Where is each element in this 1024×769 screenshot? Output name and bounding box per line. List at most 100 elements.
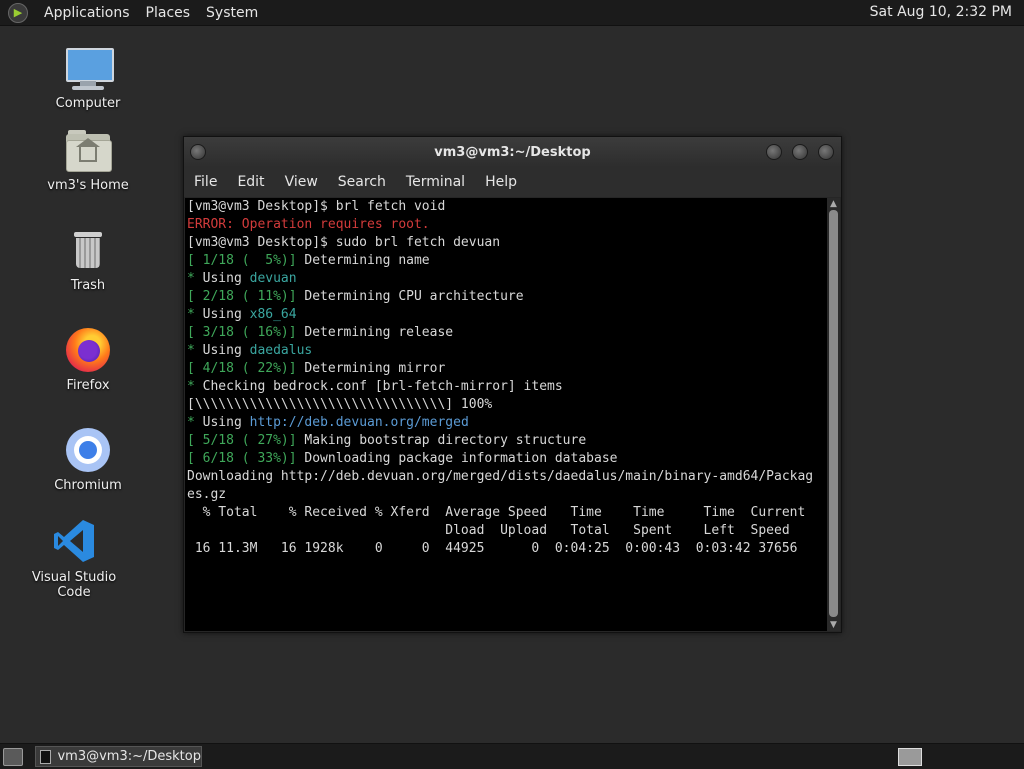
- window-menu-icon[interactable]: [190, 144, 206, 160]
- bottom-panel: vm3@vm3:~/Desktop: [0, 743, 1024, 769]
- terminal-text-segment: es.gz: [187, 487, 227, 502]
- terminal-line: % Total % Received % Xferd Average Speed…: [187, 504, 827, 522]
- taskbar-terminal-button[interactable]: vm3@vm3:~/Desktop: [35, 746, 202, 767]
- terminal-text-segment: x86_64: [249, 307, 297, 322]
- applications-menu[interactable]: Applications: [36, 5, 138, 21]
- window-titlebar[interactable]: vm3@vm3:~/Desktop: [184, 137, 841, 167]
- terminal-text-segment: Downloading package information database: [296, 451, 618, 466]
- desktop-icon-label: vm3's Home: [47, 178, 129, 193]
- scrollbar-thumb[interactable]: [829, 210, 838, 617]
- desktop-icon-label: Computer: [55, 96, 121, 111]
- home-folder-icon: [64, 126, 112, 174]
- top-panel: ▶ Applications Places System Sat Aug 10,…: [0, 0, 1024, 26]
- terminal-text-segment: *: [187, 379, 195, 394]
- terminal-text-segment: Dload Upload Total Spent Left Speed: [187, 523, 790, 538]
- terminal-text-segment: Determining mirror: [296, 361, 446, 376]
- terminal-line: [ 5/18 ( 27%)] Making bootstrap director…: [187, 432, 827, 450]
- taskbar-label: vm3@vm3:~/Desktop: [57, 749, 201, 764]
- main-menu-icon[interactable]: ▶: [8, 2, 28, 23]
- terminal-output[interactable]: [vm3@vm3 Desktop]$ brl fetch void ERROR: …: [185, 198, 827, 631]
- desktop-icon-label: Visual Studio Code: [31, 570, 117, 600]
- desktop-icon-trash[interactable]: Trash: [28, 226, 148, 293]
- terminal-text-segment: http://deb.devuan.org/merged: [249, 415, 469, 430]
- system-menu[interactable]: System: [198, 5, 266, 21]
- menu-search[interactable]: Search: [328, 174, 396, 190]
- terminal-text-segment: *: [187, 307, 195, 322]
- terminal-text-segment: Determining name: [296, 253, 430, 268]
- desktop-icon-vscode[interactable]: Visual Studio Code: [14, 518, 134, 600]
- terminal-line: Dload Upload Total Spent Left Speed: [187, 522, 827, 540]
- places-menu[interactable]: Places: [138, 5, 199, 21]
- terminal-icon: [40, 749, 52, 764]
- terminal-line: [\\\\\\\\\\\\\\\\\\\\\\\\\\\\\\\\] 100%: [187, 396, 827, 414]
- terminal-text-segment: Using: [194, 343, 250, 358]
- terminal-text-segment: [ 3/18 ( 16%)]: [187, 325, 297, 340]
- terminal-scrollbar[interactable]: ▲ ▼: [827, 198, 840, 631]
- window-title: vm3@vm3:~/Desktop: [434, 144, 591, 160]
- desktop-icon-home[interactable]: vm3's Home: [28, 126, 148, 193]
- terminal-text-segment: [vm3@vm3 Desktop]$ brl fetch void: [187, 199, 446, 214]
- terminal-menubar: File Edit View Search Terminal Help: [184, 167, 841, 197]
- terminal-text-segment: *: [187, 271, 195, 286]
- terminal-line: ERROR: Operation requires root.: [187, 216, 827, 234]
- terminal-line: [ 4/18 ( 22%)] Determining mirror: [187, 360, 827, 378]
- terminal-text-segment: Determining CPU architecture: [296, 289, 524, 304]
- clock[interactable]: Sat Aug 10, 2:32 PM: [870, 4, 1012, 20]
- terminal-text-segment: Downloading http://deb.devuan.org/merged…: [187, 469, 814, 484]
- terminal-line: [ 2/18 ( 11%)] Determining CPU architect…: [187, 288, 827, 306]
- menu-file[interactable]: File: [184, 174, 227, 190]
- terminal-line: [ 1/18 ( 5%)] Determining name: [187, 252, 827, 270]
- terminal-line: * Using x86_64: [187, 306, 827, 324]
- terminal-text-segment: ERROR: Operation requires root.: [187, 217, 430, 232]
- terminal-line: [ 6/18 ( 33%)] Downloading package infor…: [187, 450, 827, 468]
- scroll-up-icon[interactable]: ▲: [827, 198, 840, 210]
- desktop-icon-chromium[interactable]: Chromium: [28, 426, 148, 493]
- terminal-line: * Checking bedrock.conf [brl-fetch-mirro…: [187, 378, 827, 396]
- terminal-text-segment: [ 4/18 ( 22%)]: [187, 361, 297, 376]
- terminal-text-segment: % Total % Received % Xferd Average Speed…: [187, 505, 806, 520]
- terminal-text-segment: devuan: [249, 271, 297, 286]
- computer-icon: [64, 44, 114, 92]
- terminal-text-segment: Using: [194, 415, 250, 430]
- terminal-line: 16 11.3M 16 1928k 0 0 44925 0 0:04:25 0:…: [187, 540, 827, 558]
- menu-edit[interactable]: Edit: [227, 174, 274, 190]
- desktop-icon-computer[interactable]: Computer: [28, 44, 148, 111]
- menu-help[interactable]: Help: [475, 174, 527, 190]
- terminal-window[interactable]: vm3@vm3:~/Desktop File Edit View Search …: [183, 136, 842, 633]
- terminal-text-segment: [ 2/18 ( 11%)]: [187, 289, 297, 304]
- maximize-icon[interactable]: [792, 144, 808, 160]
- desktop-icon-label: Chromium: [54, 478, 122, 493]
- scroll-down-icon[interactable]: ▼: [827, 619, 840, 631]
- workspace-switcher[interactable]: [898, 748, 922, 766]
- terminal-text-segment: *: [187, 343, 195, 358]
- vscode-icon: [50, 518, 98, 566]
- terminal-line: [vm3@vm3 Desktop]$ sudo brl fetch devuan: [187, 234, 827, 252]
- terminal-text-segment: [ 6/18 ( 33%)]: [187, 451, 297, 466]
- terminal-text-segment: [ 1/18 ( 5%)]: [187, 253, 297, 268]
- terminal-text-segment: Using: [194, 271, 250, 286]
- terminal-text-segment: daedalus: [249, 343, 313, 358]
- terminal-line: * Using devuan: [187, 270, 827, 288]
- menu-view[interactable]: View: [275, 174, 328, 190]
- terminal-line: es.gz: [187, 486, 827, 504]
- menu-terminal[interactable]: Terminal: [396, 174, 475, 190]
- desktop-icon-firefox[interactable]: Firefox: [28, 326, 148, 393]
- terminal-text-segment: *: [187, 415, 195, 430]
- terminal-line: [ 3/18 ( 16%)] Determining release: [187, 324, 827, 342]
- show-desktop-icon[interactable]: [3, 748, 23, 766]
- chromium-icon: [64, 426, 112, 474]
- terminal-text-segment: [ 5/18 ( 27%)]: [187, 433, 297, 448]
- terminal-text-segment: Determining release: [296, 325, 454, 340]
- firefox-icon: [64, 326, 112, 374]
- terminal-text-segment: Using: [194, 307, 250, 322]
- terminal-text-segment: Making bootstrap directory structure: [296, 433, 587, 448]
- terminal-line: * Using daedalus: [187, 342, 827, 360]
- terminal-text-segment: 16 11.3M 16 1928k 0 0 44925 0 0:04:25 0:…: [187, 541, 798, 556]
- close-icon[interactable]: [818, 144, 834, 160]
- terminal-text-segment: Checking bedrock.conf [brl-fetch-mirror]…: [194, 379, 563, 394]
- trash-icon: [64, 226, 112, 274]
- minimize-icon[interactable]: [766, 144, 782, 160]
- terminal-line: [vm3@vm3 Desktop]$ brl fetch void: [187, 198, 827, 216]
- terminal-text-segment: [vm3@vm3 Desktop]$ sudo brl fetch devuan: [187, 235, 501, 250]
- terminal-line: * Using http://deb.devuan.org/merged: [187, 414, 827, 432]
